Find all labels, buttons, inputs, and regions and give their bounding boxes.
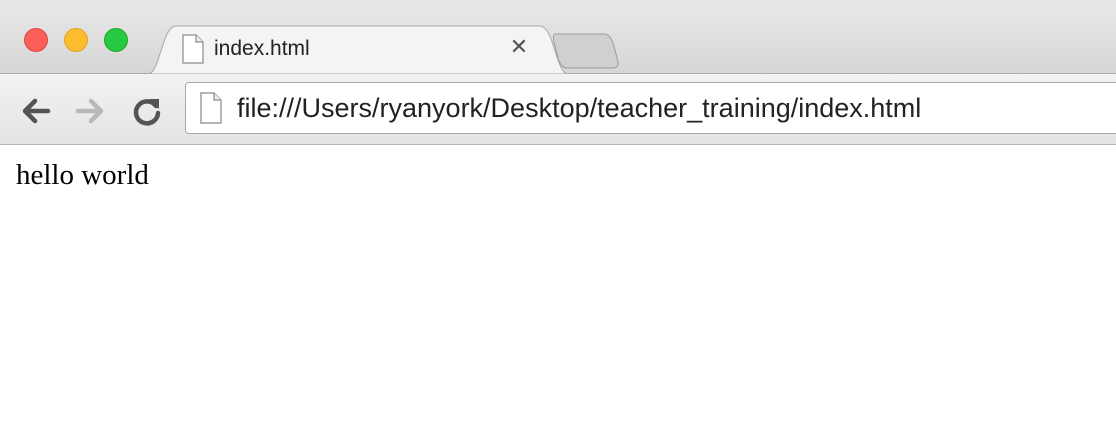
- new-tab-button[interactable]: [556, 34, 618, 68]
- address-url[interactable]: file:///Users/ryanyork/Desktop/teacher_t…: [237, 93, 921, 124]
- arrow-left-icon[interactable]: [18, 94, 52, 128]
- document-icon: [200, 92, 222, 124]
- browser-window: index.html ✕ file:///Users/ryanyork/Desk…: [0, 0, 1116, 422]
- page-body-text: hello world: [16, 159, 149, 191]
- title-bar: index.html ✕: [0, 0, 1116, 74]
- arrow-right-icon[interactable]: [74, 94, 108, 128]
- close-window-button[interactable]: [24, 28, 48, 52]
- tab-shape: [147, 25, 569, 74]
- tab-title: index.html: [214, 37, 310, 60]
- reload-icon[interactable]: [130, 94, 164, 128]
- minimize-window-button[interactable]: [64, 28, 88, 52]
- document-icon: [182, 34, 204, 64]
- maximize-window-button[interactable]: [104, 28, 128, 52]
- tab-close-icon[interactable]: ✕: [507, 36, 531, 60]
- page-content: hello world: [0, 145, 1116, 422]
